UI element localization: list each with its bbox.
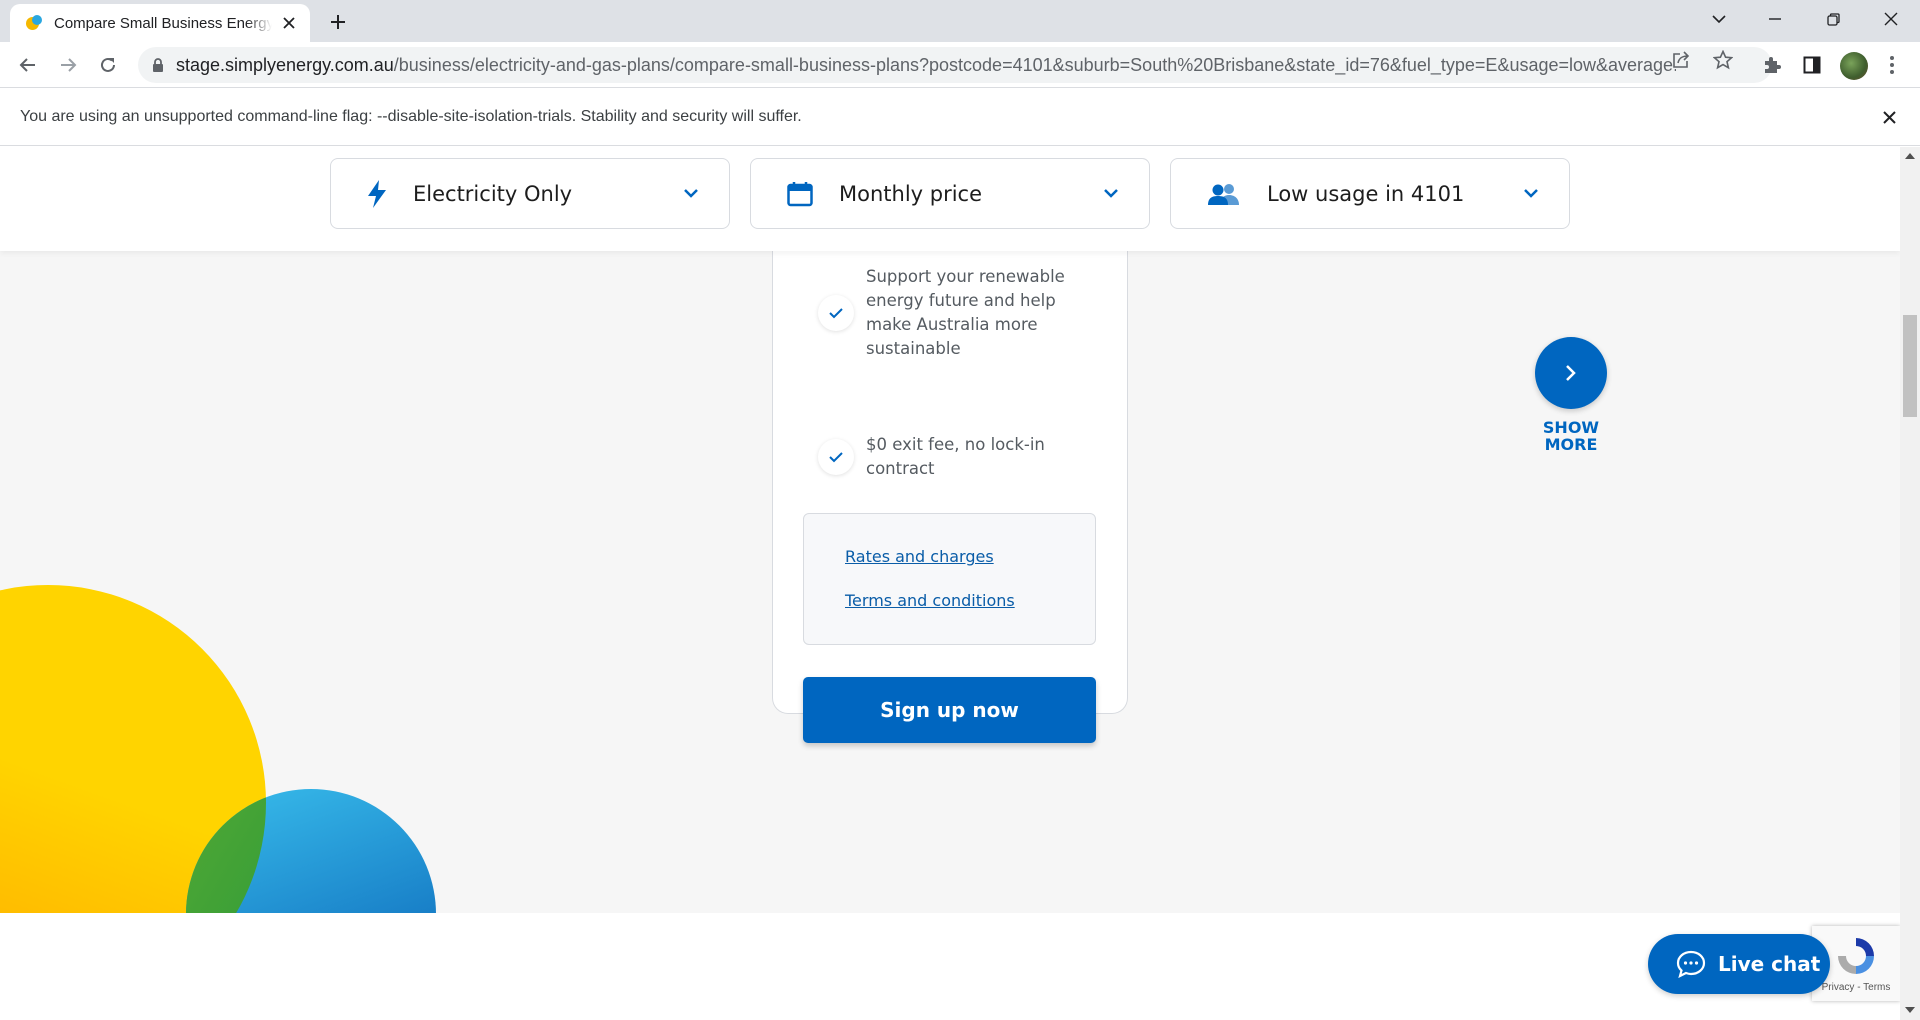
back-icon[interactable] <box>12 49 44 81</box>
forward-icon[interactable] <box>52 49 84 81</box>
kebab-menu-icon[interactable] <box>1880 53 1904 77</box>
reload-icon[interactable] <box>92 49 124 81</box>
tab-title: Compare Small Business Energy Plans <box>54 14 272 32</box>
extensions-puzzle-icon[interactable] <box>1760 53 1784 77</box>
chevron-down-icon <box>681 183 701 203</box>
profile-avatar[interactable] <box>1840 52 1868 80</box>
address-bar[interactable]: stage.simplyenergy.com.au/business/elect… <box>138 47 1772 83</box>
show-more-line1: SHOW <box>1542 418 1600 437</box>
browser-toolbar: stage.simplyenergy.com.au/business/elect… <box>0 42 1920 88</box>
infobar-close-icon[interactable] <box>1878 106 1900 128</box>
plan-feature-text: Support your renewable energy future and… <box>866 267 1065 358</box>
plan-feature: Support your renewable energy future and… <box>818 265 1066 361</box>
usage-filter[interactable]: Low usage in 4101 <box>1170 158 1570 229</box>
minimize-icon[interactable] <box>1752 0 1798 38</box>
show-more-line2: MORE <box>1544 435 1598 454</box>
chevron-right-icon <box>1566 365 1576 381</box>
plan-feature-text: $0 exit fee, no lock-in contract <box>866 435 1045 478</box>
usage-label: Low usage in 4101 <box>1267 181 1465 206</box>
restore-icon[interactable] <box>1810 0 1856 38</box>
chat-bubble-icon <box>1676 950 1706 978</box>
price-view-label: Monthly price <box>839 181 983 206</box>
side-panel-icon[interactable] <box>1800 53 1824 77</box>
lightning-icon <box>368 179 386 208</box>
unsupported-flag-infobar: You are using an unsupported command-lin… <box>0 88 1920 146</box>
sign-up-button[interactable]: Sign up now <box>803 677 1096 743</box>
plan-feature: $0 exit fee, no lock-in contract <box>818 433 1066 481</box>
page-content: Electricity Only Monthly price Low usage… <box>0 147 1900 1020</box>
share-icon[interactable] <box>1670 49 1692 71</box>
scroll-down-icon[interactable] <box>1905 1005 1915 1015</box>
live-chat-label: Live chat <box>1718 952 1821 976</box>
plan-filter-bar: Electricity Only Monthly price Low usage… <box>0 147 1900 251</box>
site-favicon-icon <box>24 13 44 33</box>
page-scrollbar[interactable] <box>1900 147 1920 1020</box>
show-more-label[interactable]: SHOW MORE <box>1511 419 1631 453</box>
new-tab-icon[interactable] <box>324 8 352 36</box>
price-view-filter[interactable]: Monthly price <box>750 158 1150 229</box>
bookmark-star-icon[interactable] <box>1712 49 1734 71</box>
url-path: /business/electricity-and-gas-plans/comp… <box>393 54 1676 75</box>
calendar-icon <box>787 181 813 206</box>
plan-documents-box: Rates and charges Terms and conditions <box>803 513 1096 645</box>
users-icon <box>1208 183 1239 205</box>
live-chat-button[interactable]: Live chat <box>1648 934 1830 994</box>
window-close-icon[interactable] <box>1868 0 1914 38</box>
url-host: stage.simplyenergy.com.au <box>176 54 394 75</box>
infobar-message: You are using an unsupported command-lin… <box>20 107 802 125</box>
show-more-button[interactable] <box>1535 337 1607 409</box>
fuel-type-filter[interactable]: Electricity Only <box>330 158 730 229</box>
checkmark-icon <box>818 295 854 331</box>
scroll-up-icon[interactable] <box>1905 151 1915 161</box>
browser-tab-strip: Compare Small Business Energy Plans <box>0 0 1920 42</box>
footer-area <box>0 913 1900 1020</box>
scrollbar-thumb[interactable] <box>1903 315 1917 417</box>
recaptcha-icon <box>1838 938 1874 974</box>
recaptcha-links[interactable]: Privacy - Terms <box>1812 982 1900 993</box>
browser-tab[interactable]: Compare Small Business Energy Plans <box>10 4 310 42</box>
tab-close-icon[interactable] <box>278 12 300 34</box>
fuel-type-label: Electricity Only <box>413 181 573 206</box>
lock-icon <box>153 57 163 72</box>
chevron-down-icon <box>1521 183 1541 203</box>
url-text: stage.simplyenergy.com.au/business/elect… <box>176 55 1676 76</box>
rates-and-charges-link[interactable]: Rates and charges <box>845 547 994 566</box>
terms-and-conditions-link[interactable]: Terms and conditions <box>845 591 1015 610</box>
tab-search-chevron-icon[interactable] <box>1696 0 1742 38</box>
plan-card: Support your renewable energy future and… <box>772 207 1128 743</box>
checkmark-icon <box>818 439 854 475</box>
chevron-down-icon <box>1101 183 1121 203</box>
